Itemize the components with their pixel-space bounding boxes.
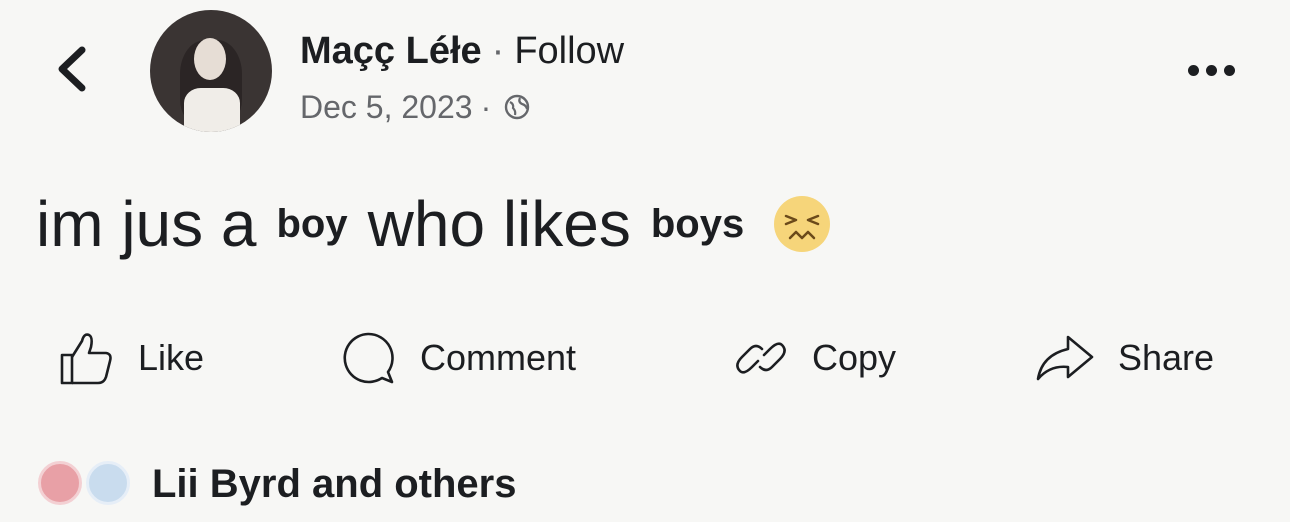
post-text: im jus a boy who likes boys bbox=[36, 184, 834, 264]
link-icon bbox=[736, 342, 786, 374]
post-text-part2: who likes bbox=[367, 188, 631, 260]
reactions-text: Lii Byrd and others bbox=[152, 461, 517, 506]
comment-button[interactable]: Comment bbox=[338, 326, 576, 390]
comment-bubble-icon bbox=[343, 332, 394, 384]
confounded-face-emoji-icon bbox=[774, 196, 831, 252]
share-arrow-icon bbox=[1036, 335, 1094, 381]
back-button[interactable] bbox=[52, 42, 92, 96]
post-text-bold1: boy bbox=[276, 201, 348, 246]
share-label: Share bbox=[1118, 337, 1215, 378]
reaction-icons bbox=[36, 459, 140, 509]
separator-dot: · bbox=[491, 29, 505, 72]
care-reaction-icon bbox=[86, 461, 130, 505]
chevron-left-icon bbox=[58, 46, 86, 92]
avatar-shirt bbox=[184, 88, 240, 132]
reactions-summary[interactable]: Lii Byrd and others bbox=[36, 456, 517, 512]
like-button[interactable]: Like bbox=[58, 326, 204, 390]
post-text-part1: im jus a bbox=[36, 188, 257, 260]
copy-label: Copy bbox=[812, 337, 897, 378]
post-date[interactable]: Dec 5, 2023 bbox=[300, 89, 473, 126]
avatar[interactable] bbox=[150, 10, 272, 132]
date-separator: · bbox=[480, 88, 492, 125]
globe-icon bbox=[505, 94, 530, 120]
avatar-face bbox=[194, 38, 226, 80]
more-dot bbox=[1206, 64, 1217, 76]
follow-button[interactable]: Follow bbox=[514, 30, 624, 73]
more-dot bbox=[1224, 64, 1235, 76]
post-text-bold2: boys bbox=[650, 201, 745, 246]
post-header: Maçç Léłe · Follow bbox=[300, 26, 624, 76]
post-meta: Dec 5, 2023 · bbox=[300, 86, 531, 128]
more-dot bbox=[1188, 64, 1199, 76]
thumbs-up-icon bbox=[60, 333, 112, 385]
comment-label: Comment bbox=[420, 337, 577, 378]
author-name[interactable]: Maçç Léłe bbox=[300, 30, 482, 73]
copy-link-button[interactable]: Copy bbox=[732, 326, 896, 390]
like-label: Like bbox=[138, 337, 205, 378]
share-button[interactable]: Share bbox=[1034, 326, 1214, 390]
love-reaction-icon bbox=[38, 461, 82, 505]
more-options-button[interactable] bbox=[1188, 58, 1244, 82]
